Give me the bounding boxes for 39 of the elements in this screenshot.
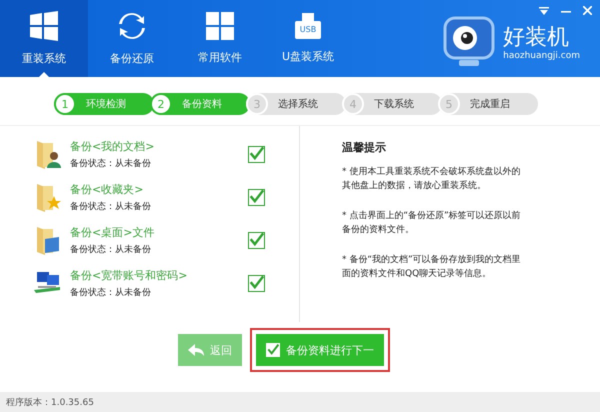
nav-tab[interactable]: 备份还原 — [88, 0, 176, 77]
star-folder-icon — [34, 182, 62, 212]
brand-url: haozhuangji.com — [503, 50, 580, 60]
version-text: 程序版本：1.0.35.65 — [6, 396, 94, 408]
nav-tab[interactable]: USB U盘装系统 — [264, 0, 352, 77]
tip-text: * 使用本工具重装系统不会破坏系统盘以外的其他盘上的数据，请放心重装系统。 — [342, 166, 522, 193]
progress-step: 4 下载系统 — [342, 93, 442, 115]
progress-step: 3 选择系统 — [246, 93, 346, 115]
sync-icon — [117, 11, 147, 41]
close-icon[interactable] — [583, 6, 592, 15]
checkbox[interactable] — [248, 274, 265, 292]
backup-status: 备份状态：从未备份 — [70, 286, 152, 298]
progress-step: 2 备份资料 — [150, 93, 250, 115]
nav-tab[interactable]: 重装系统 — [0, 0, 88, 77]
backup-status: 备份状态：从未备份 — [70, 244, 152, 256]
backup-status: 备份状态：从未备份 — [70, 200, 152, 212]
backup-item-title: 备份<收藏夹> — [70, 182, 144, 196]
windows-icon — [29, 11, 59, 41]
nav-tab[interactable]: 常用软件 — [176, 0, 264, 77]
brand-name: 好装机 — [503, 24, 570, 50]
backup-item-title: 备份<宽带账号和密码> — [70, 268, 188, 282]
checkbox[interactable] — [248, 146, 265, 162]
backup-status: 备份状态：从未备份 — [70, 158, 152, 170]
back-arrow-icon — [188, 344, 204, 356]
tip-text: * 点击界面上的“备份还原”标签可以还原以前备份的资料文件。 — [342, 210, 522, 237]
tips-title: 温馨提示 — [342, 140, 387, 155]
backup-item-title: 备份<桌面>文件 — [70, 224, 156, 240]
tip-text: * 备份“我的文档”可以备份存放到我的文档里面的资料文件和QQ聊天记录等信息。 — [342, 254, 522, 281]
desktop-folder-icon — [34, 225, 62, 255]
progress-step: 1 环境检测 — [54, 93, 154, 115]
checkbox[interactable] — [248, 188, 265, 206]
backup-item-title: 备份<我的文档> — [70, 138, 156, 154]
progress-step: 5 完成重启 — [438, 93, 538, 115]
dropdown-icon[interactable] — [539, 6, 549, 14]
user-folder-icon — [34, 139, 62, 169]
network-computers-icon — [34, 270, 62, 296]
grid-icon — [206, 12, 234, 40]
checkbox[interactable] — [248, 232, 265, 248]
selection-pointer-icon — [39, 72, 49, 77]
